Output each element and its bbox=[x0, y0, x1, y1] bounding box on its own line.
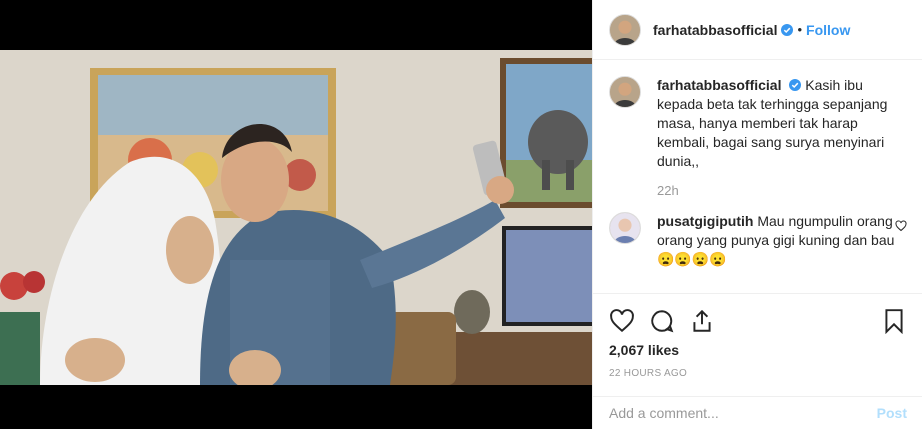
comment-item: pusatgigiputih Mau ngumpulin orang orang… bbox=[609, 212, 907, 269]
action-icons bbox=[609, 304, 907, 338]
media-area bbox=[0, 0, 592, 429]
bookmark-icon[interactable] bbox=[881, 308, 907, 334]
author-avatar[interactable] bbox=[609, 13, 641, 46]
caption-author-avatar[interactable] bbox=[609, 76, 641, 108]
comment-like-icon[interactable] bbox=[895, 220, 907, 232]
post-side-panel: farhatabbasofficial • Follow farhatabbas… bbox=[592, 0, 922, 429]
share-icon[interactable] bbox=[689, 308, 715, 334]
post-header: farhatabbasofficial • Follow bbox=[593, 0, 922, 60]
post-comment-button[interactable]: Post bbox=[877, 405, 907, 421]
add-comment-bar: Post bbox=[593, 396, 922, 429]
comment-text: pusatgigiputih Mau ngumpulin orang orang… bbox=[657, 212, 895, 269]
post-time-ago[interactable]: 22 HOURS AGO bbox=[609, 368, 907, 379]
commenter-avatar[interactable] bbox=[609, 212, 641, 244]
commenter-username[interactable]: pusatgigiputih bbox=[657, 213, 753, 229]
caption-time[interactable]: 22h bbox=[657, 183, 895, 198]
verified-badge-icon bbox=[789, 79, 802, 91]
heart-icon[interactable] bbox=[609, 308, 635, 334]
instagram-post-modal: farhatabbasofficial • Follow farhatabbas… bbox=[0, 0, 922, 429]
author-username[interactable]: farhatabbasofficial bbox=[653, 22, 777, 38]
comment-icon[interactable] bbox=[649, 308, 675, 334]
separator-dot: • bbox=[797, 22, 803, 37]
verified-badge-icon bbox=[781, 23, 794, 36]
post-actions: 2,067 likes 22 HOURS AGO bbox=[593, 293, 922, 379]
caption-comment: farhatabbasofficial Kasih ibu kepada bet… bbox=[609, 76, 907, 198]
comments-section: farhatabbasofficial Kasih ibu kepada bet… bbox=[593, 60, 922, 293]
likes-count[interactable]: 2,067 likes bbox=[609, 342, 907, 358]
caption-text: farhatabbasofficial Kasih ibu kepada bet… bbox=[657, 76, 895, 171]
caption-username[interactable]: farhatabbasofficial bbox=[657, 77, 781, 93]
photo-illustration bbox=[0, 50, 592, 385]
post-photo[interactable] bbox=[0, 50, 592, 385]
add-comment-input[interactable] bbox=[609, 405, 869, 421]
comment-emoji: 😦😦😦😦 bbox=[657, 251, 727, 267]
follow-button[interactable]: Follow bbox=[806, 22, 850, 38]
